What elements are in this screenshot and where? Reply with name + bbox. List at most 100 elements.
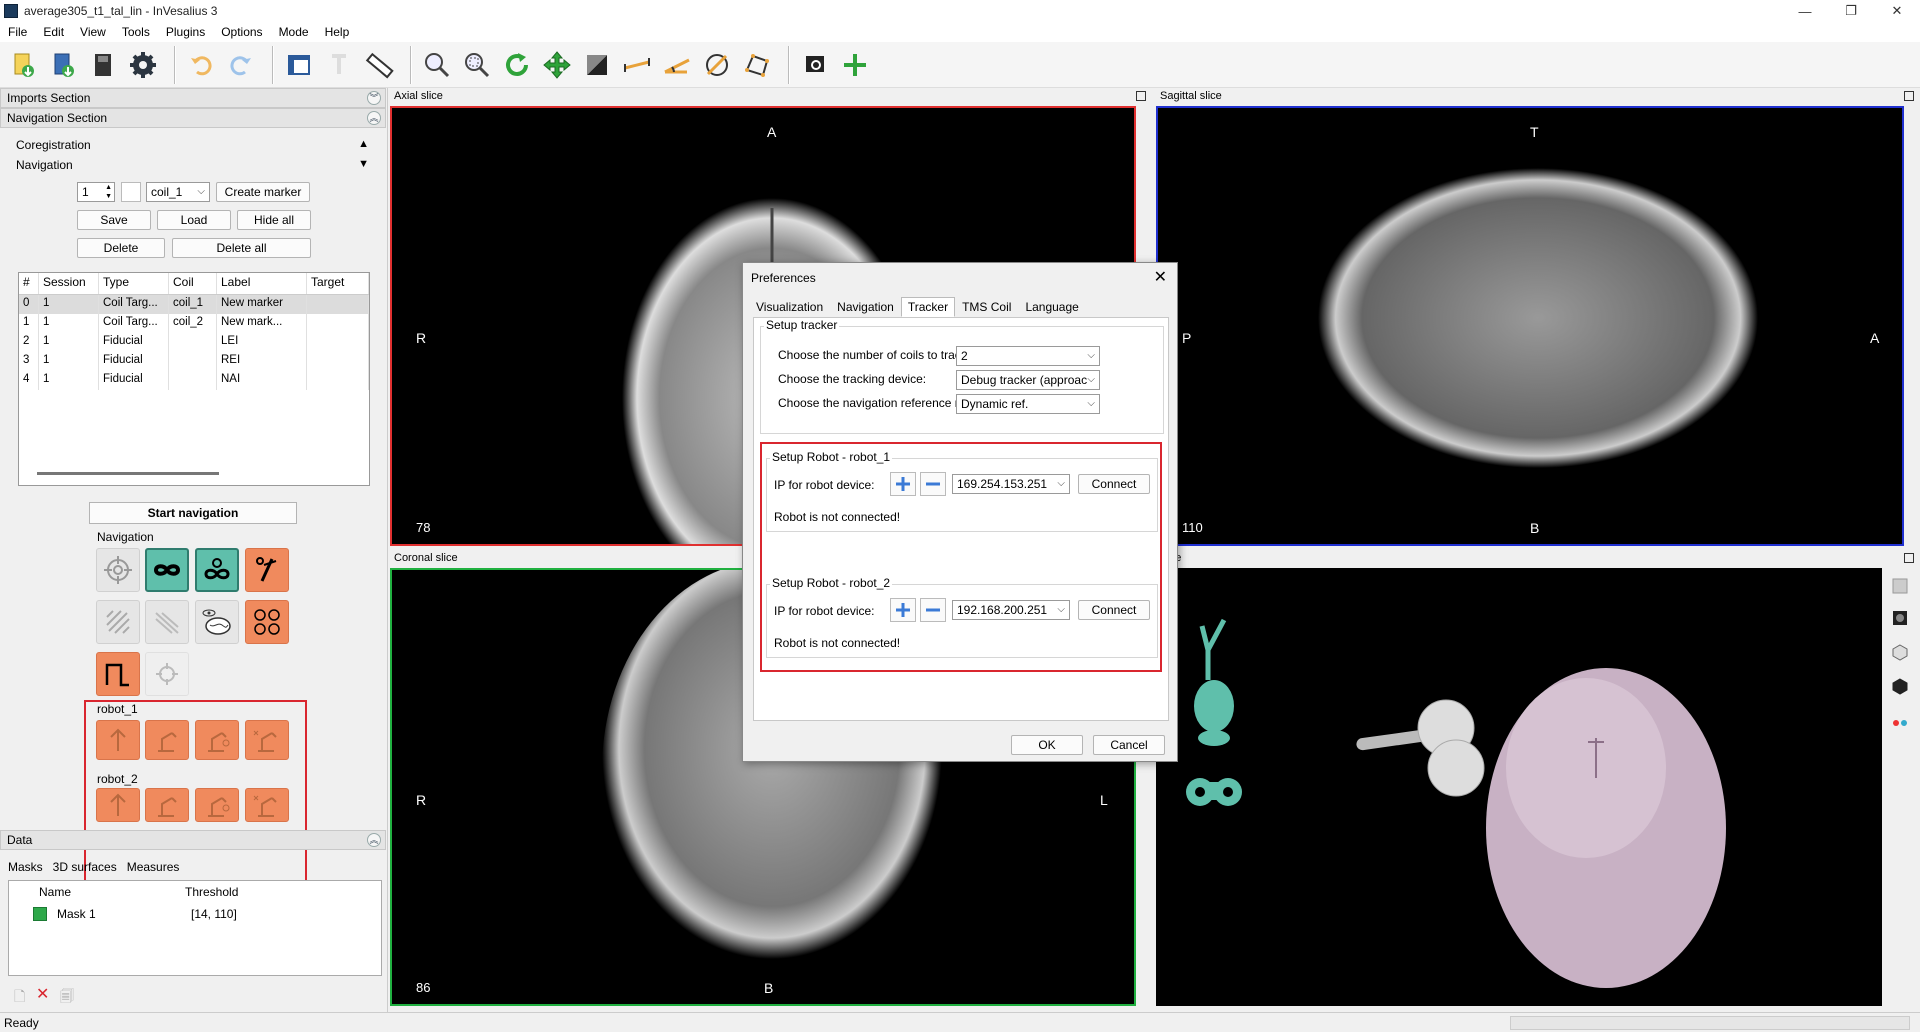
marker-count-stepper[interactable]: 1 ▲ ▼ xyxy=(77,182,115,202)
multi-target-icon[interactable] xyxy=(245,600,289,644)
tab-tracker[interactable]: Tracker xyxy=(900,297,956,317)
load-button[interactable]: Load xyxy=(157,210,231,230)
target-gear-icon[interactable] xyxy=(145,652,189,696)
redo-icon[interactable] xyxy=(224,46,258,84)
rotate-icon[interactable] xyxy=(500,46,534,84)
expand-icon[interactable]: ︾ xyxy=(367,91,381,105)
ruler-icon[interactable] xyxy=(362,46,396,84)
navigation-item[interactable]: Navigation xyxy=(16,158,73,172)
delete-all-button[interactable]: Delete all xyxy=(172,238,311,258)
close-button[interactable]: ✕ xyxy=(1874,0,1920,22)
target-icon[interactable] xyxy=(96,548,140,592)
measure-angle-icon[interactable] xyxy=(660,46,694,84)
contrast-icon[interactable] xyxy=(580,46,614,84)
table-row[interactable]: 4 1 Fiducial NAI xyxy=(19,371,369,390)
table-row[interactable]: 0 1 Coil Targ... coil_1 New marker xyxy=(19,295,369,314)
coil-tool-icon[interactable] xyxy=(245,548,289,592)
new-mask-icon[interactable]: 🗋 xyxy=(14,986,25,1010)
tab-measures[interactable]: Measures xyxy=(127,860,180,874)
close-icon[interactable]: ✕ xyxy=(1154,267,1167,287)
collapse-triangle-icon[interactable]: ▲ xyxy=(358,138,369,150)
maximize-icon[interactable] xyxy=(1904,91,1914,101)
hide-all-button[interactable]: Hide all xyxy=(237,210,311,230)
track-infinity-icon[interactable] xyxy=(145,548,189,592)
menu-edit[interactable]: Edit xyxy=(35,25,72,39)
start-navigation-button[interactable]: Start navigation xyxy=(89,502,297,524)
imports-section-header[interactable]: Imports Section ︾ xyxy=(0,88,386,108)
menu-view[interactable]: View xyxy=(72,25,114,39)
tab-navigation[interactable]: Navigation xyxy=(830,297,901,317)
tab-3d-surfaces[interactable]: 3D surfaces xyxy=(53,860,117,874)
layout-icon[interactable] xyxy=(282,46,316,84)
mask-name[interactable]: Mask 1 xyxy=(57,907,96,921)
horizontal-scrollbar[interactable] xyxy=(37,472,219,475)
brain-eye-icon[interactable] xyxy=(195,600,239,644)
menu-options[interactable]: Options xyxy=(213,25,270,39)
settings-icon[interactable] xyxy=(126,46,160,84)
reference-mode-select[interactable]: Dynamic ref. ⌵ xyxy=(956,394,1100,414)
volume-header: ume xyxy=(1156,550,1920,568)
ok-button[interactable]: OK xyxy=(1011,735,1083,755)
open-icon[interactable] xyxy=(46,46,80,84)
lines-icon[interactable] xyxy=(145,600,189,644)
maximize-icon[interactable] xyxy=(1904,553,1914,563)
stereo-icon[interactable] xyxy=(1886,708,1914,736)
menu-plugins[interactable]: Plugins xyxy=(158,25,213,39)
dots-pattern-icon[interactable] xyxy=(96,600,140,644)
preferences-tabs: Visualization Navigation Tracker TMS Coi… xyxy=(749,297,1086,317)
tracking-device-select[interactable]: Debug tracker (approac ⌵ xyxy=(956,370,1100,390)
menu-file[interactable]: File xyxy=(0,25,35,39)
add-icon[interactable] xyxy=(838,46,872,84)
create-marker-button[interactable]: Create marker xyxy=(216,182,310,202)
track-coils-icon[interactable] xyxy=(195,548,239,592)
coregistration-item[interactable]: Coregistration xyxy=(16,138,91,152)
tab-masks[interactable]: Masks xyxy=(8,860,43,874)
view-box-icon[interactable] xyxy=(1886,572,1914,600)
save-icon[interactable] xyxy=(86,46,120,84)
undo-icon[interactable] xyxy=(184,46,218,84)
navigation-section-header[interactable]: Navigation Section ︽ xyxy=(0,108,386,128)
tab-language[interactable]: Language xyxy=(1018,297,1085,317)
duplicate-mask-icon[interactable]: 🗐 xyxy=(60,986,74,1010)
screenshot-icon[interactable] xyxy=(798,46,832,84)
save-button[interactable]: Save xyxy=(77,210,151,230)
delete-button[interactable]: Delete xyxy=(77,238,165,258)
maximize-icon[interactable] xyxy=(1136,91,1146,101)
view-orientation-icon[interactable] xyxy=(1886,672,1914,700)
data-section-header[interactable]: Data ︽ xyxy=(0,830,386,850)
pulse-icon[interactable] xyxy=(96,652,140,696)
table-row[interactable]: 3 1 Fiducial REI xyxy=(19,352,369,371)
view-slice-icon[interactable] xyxy=(1886,604,1914,632)
zoom-icon[interactable] xyxy=(420,46,454,84)
menu-help[interactable]: Help xyxy=(317,25,358,39)
menu-mode[interactable]: Mode xyxy=(271,25,317,39)
maximize-button[interactable]: ❐ xyxy=(1828,0,1874,22)
tab-visualization[interactable]: Visualization xyxy=(749,297,830,317)
menu-bar: File Edit View Tools Plugins Options Mod… xyxy=(0,22,1920,42)
menu-tools[interactable]: Tools xyxy=(114,25,158,39)
marker-color-button[interactable] xyxy=(121,182,141,202)
tab-tms-coil[interactable]: TMS Coil xyxy=(955,297,1018,317)
mask-color-swatch[interactable] xyxy=(33,907,47,921)
measure-linear-icon[interactable] xyxy=(620,46,654,84)
delete-mask-icon[interactable]: ✕ xyxy=(36,984,49,1004)
import-icon[interactable] xyxy=(6,46,40,84)
collapse-icon[interactable]: ︽ xyxy=(367,833,381,847)
minimize-button[interactable]: — xyxy=(1782,0,1828,22)
table-row[interactable]: 1 1 Coil Targ... coil_2 New mark... xyxy=(19,314,369,333)
zoom-region-icon[interactable] xyxy=(460,46,494,84)
cancel-button[interactable]: Cancel xyxy=(1093,735,1165,755)
collapse-icon[interactable]: ︽ xyxy=(367,111,381,125)
spinner-arrows-icon[interactable]: ▲ ▼ xyxy=(105,183,112,201)
sagittal-viewport[interactable]: T P A B 110 xyxy=(1156,106,1904,546)
volume-viewport[interactable] xyxy=(1156,568,1882,1006)
view-cube-icon[interactable] xyxy=(1886,638,1914,666)
text-icon[interactable] xyxy=(322,46,356,84)
measure-polygon-icon[interactable] xyxy=(740,46,774,84)
measure-circle-icon[interactable] xyxy=(700,46,734,84)
expand-triangle-icon[interactable]: ▼ xyxy=(358,158,369,170)
num-coils-select[interactable]: 2 ⌵ xyxy=(956,346,1100,366)
pan-icon[interactable] xyxy=(540,46,574,84)
table-row[interactable]: 2 1 Fiducial LEI xyxy=(19,333,369,352)
coil-select[interactable]: coil_1 ⌵ xyxy=(146,182,210,202)
